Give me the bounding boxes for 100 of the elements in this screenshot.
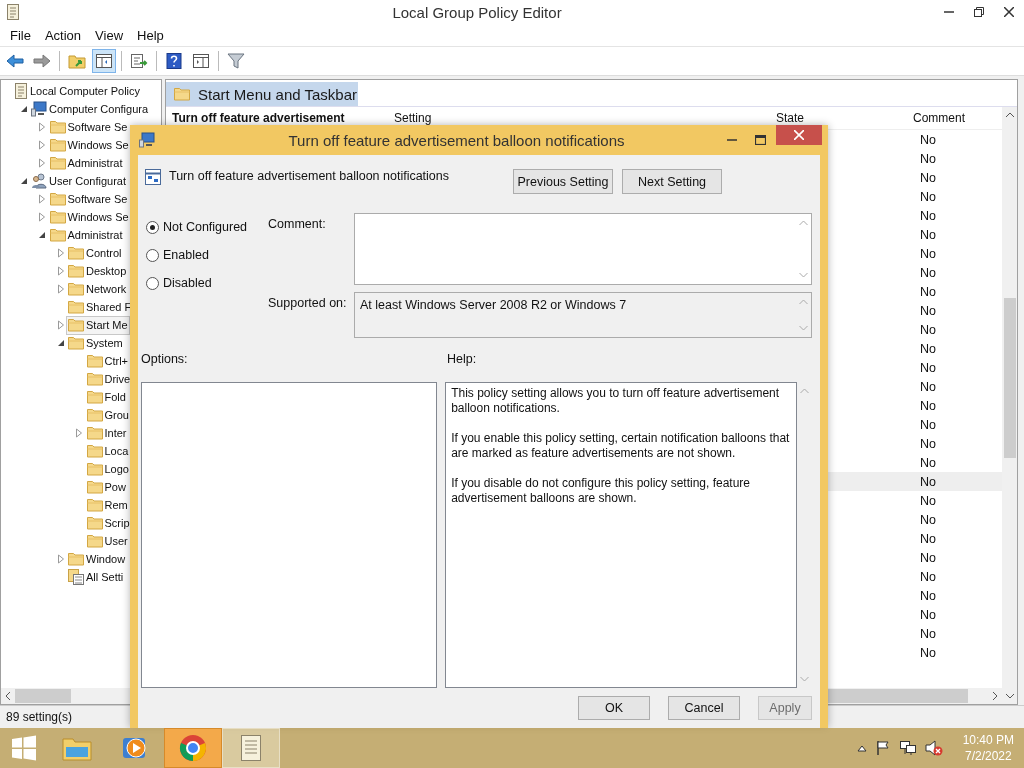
- menu-item[interactable]: Help: [130, 25, 171, 45]
- nav-button[interactable]: Previous Setting: [513, 169, 613, 194]
- scrollbar-thumb[interactable]: [15, 689, 71, 703]
- tree-item[interactable]: Fold: [84, 387, 128, 407]
- table-cell-text: No: [919, 208, 937, 223]
- minimize-icon: [944, 11, 954, 13]
- folder-icon: [86, 516, 103, 530]
- maximize-icon: [754, 135, 766, 145]
- folder-up-icon: [68, 53, 86, 69]
- column-header[interactable]: Setting: [378, 111, 776, 125]
- radio-option[interactable]: Not Configured: [146, 219, 268, 235]
- tree-item[interactable]: Loca: [84, 441, 131, 461]
- folder-icon: [68, 300, 84, 314]
- network-icon: [898, 740, 917, 756]
- folder-icon: [49, 138, 66, 152]
- close-icon: [1004, 7, 1014, 17]
- speaker-muted-icon: [924, 740, 943, 756]
- export-list-icon: [130, 53, 148, 69]
- tree-item[interactable]: Desktop: [66, 261, 129, 281]
- toolbar-button[interactable]: [92, 49, 116, 73]
- windows-logo-icon: [11, 735, 37, 761]
- table-cell-text: No: [919, 588, 937, 603]
- folder-icon: [68, 552, 84, 566]
- collapse-arrow-icon: [56, 339, 65, 347]
- collapse-arrow-icon: [19, 105, 28, 113]
- tree-item[interactable]: Administrat: [47, 153, 125, 173]
- tree-item[interactable]: Drive: [84, 369, 133, 389]
- restore-icon: [974, 7, 984, 17]
- menu-item[interactable]: View: [88, 25, 131, 45]
- table-cell-text: No: [919, 151, 937, 166]
- menu-item[interactable]: File: [3, 25, 38, 45]
- tree-item[interactable]: Administrat: [47, 225, 125, 245]
- tree-item[interactable]: Software Se: [47, 189, 130, 209]
- panel-layout-icon: [95, 53, 113, 69]
- section-heading: Start Menu and Taskbar: [198, 85, 357, 103]
- table-cell-text: No: [919, 322, 937, 337]
- table-cell-text: No: [919, 550, 937, 565]
- table-cell-text: No: [919, 645, 937, 660]
- close-icon: [794, 130, 804, 140]
- column-header[interactable]: Comment: [876, 111, 1002, 125]
- tree-item[interactable]: Window: [66, 549, 128, 569]
- tree-item[interactable]: Scrip: [84, 513, 132, 533]
- menu-item[interactable]: Action: [37, 25, 89, 45]
- radio-button[interactable]: [146, 220, 159, 234]
- radio-option[interactable]: Disabled: [146, 275, 268, 291]
- radio-option[interactable]: Enabled: [146, 247, 268, 263]
- vertical-scrollbar[interactable]: [1002, 107, 1017, 704]
- scroll-down-icon: [799, 272, 808, 278]
- folder-icon: [68, 246, 84, 260]
- table-cell-text: No: [919, 189, 937, 204]
- document-icon: [239, 734, 263, 762]
- comment-field[interactable]: [354, 213, 812, 285]
- tree-item[interactable]: All Setti: [66, 567, 126, 587]
- tree-item[interactable]: Inter: [84, 423, 129, 443]
- tree-item[interactable]: Control: [66, 243, 124, 263]
- table-cell-text: No: [919, 284, 937, 299]
- tree-item[interactable]: Grou: [84, 405, 131, 425]
- tree-item[interactable]: Computer Configura: [29, 99, 151, 119]
- tree-item[interactable]: User Configurat: [29, 171, 129, 191]
- panel-icon: [192, 53, 210, 69]
- radio-button[interactable]: [146, 248, 159, 262]
- tree-item[interactable]: Pow: [84, 477, 128, 497]
- column-header[interactable]: State: [776, 111, 876, 125]
- table-cell-text: No: [919, 246, 937, 261]
- taskbar-button[interactable]: [164, 728, 222, 768]
- tree-item[interactable]: Logo: [84, 459, 131, 479]
- setting-title: Turn off feature advertisement: [172, 111, 345, 125]
- help-icon: [165, 53, 183, 69]
- tree-item[interactable]: Ctrl+: [84, 351, 131, 371]
- tree-item[interactable]: Rem: [84, 495, 130, 515]
- dialog-button[interactable]: OK: [578, 696, 650, 720]
- tree-item[interactable]: User: [84, 531, 130, 551]
- folder-icon: [86, 354, 103, 368]
- folder-icon: [174, 87, 190, 101]
- folder-icon: [49, 228, 66, 242]
- nav-button[interactable]: Next Setting: [622, 169, 722, 194]
- tree-item[interactable]: System: [66, 333, 125, 353]
- scroll-up-icon: [1005, 112, 1014, 118]
- help-paragraph: If you disable do not configure this policy setting, feature advertisement balloons are shown.: [451, 476, 752, 506]
- expand-arrow-icon: [56, 320, 65, 330]
- tree-item[interactable]: Windows Se: [47, 135, 131, 155]
- table-cell-text: No: [919, 227, 937, 242]
- folder-icon: [86, 408, 103, 422]
- dialog-button[interactable]: Cancel: [668, 696, 740, 720]
- tree-item[interactable]: Start Me: [66, 315, 130, 335]
- show-hidden-icons-icon: [856, 744, 867, 752]
- policy-setting-icon: [145, 169, 161, 185]
- expand-arrow-icon: [56, 554, 65, 564]
- users-icon: [31, 173, 47, 189]
- tree-item[interactable]: Software Se: [47, 117, 130, 137]
- folder-icon: [68, 282, 84, 296]
- table-cell-text: No: [919, 474, 937, 489]
- window-title: Local Group Policy Editor: [391, 3, 563, 21]
- folder-icon: [86, 444, 103, 458]
- radio-button[interactable]: [146, 276, 159, 290]
- scrollbar-thumb[interactable]: [1003, 298, 1016, 458]
- tree-item[interactable]: Windows Se: [47, 207, 131, 227]
- tree-item[interactable]: Local Computer Policy: [12, 81, 143, 101]
- tree-item[interactable]: Network: [66, 279, 129, 299]
- help-paragraph: If you enable this policy setting, certain notification balloons that are marked as feature advertisements are not shown.: [451, 431, 791, 461]
